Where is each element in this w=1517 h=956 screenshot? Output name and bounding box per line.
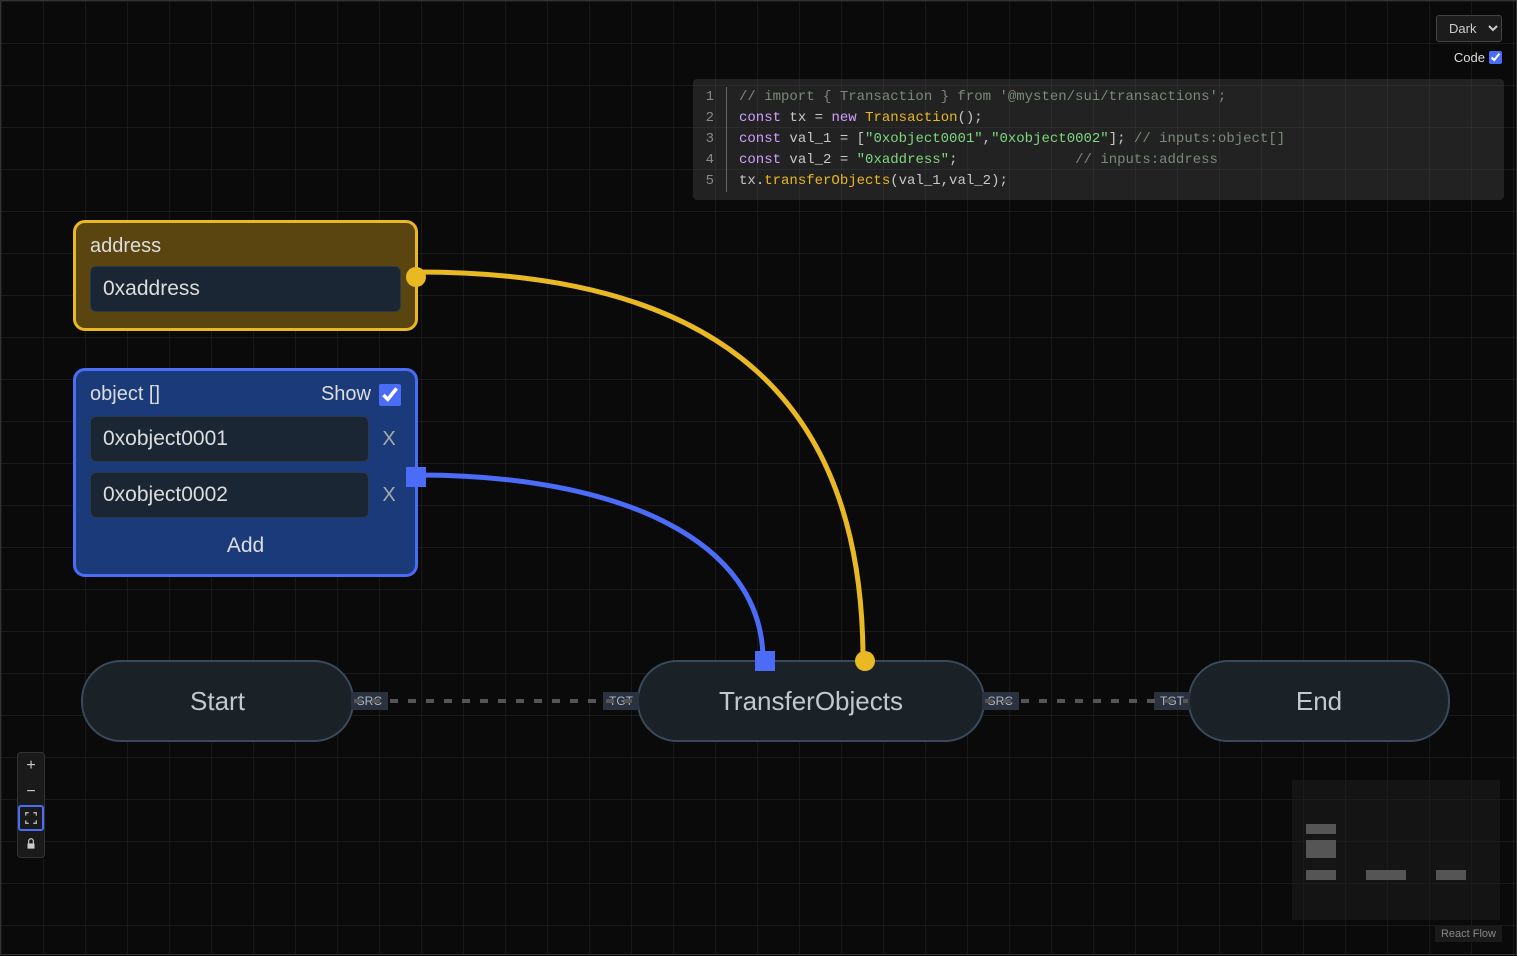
code-toggle-checkbox[interactable] (1489, 51, 1502, 64)
attribution: React Flow (1435, 926, 1502, 942)
line-number: 3 (693, 129, 727, 150)
zoom-controls: + − (17, 752, 45, 858)
port-start-src[interactable]: SRC (351, 692, 388, 710)
line-number: 1 (693, 87, 727, 108)
lock-button[interactable] (18, 831, 44, 857)
theme-select[interactable]: Dark (1436, 15, 1502, 42)
object-show-checkbox[interactable] (379, 384, 401, 406)
edge-object-transfer (418, 475, 763, 660)
code-toggle[interactable]: Code (1454, 50, 1502, 65)
object-row: X (90, 416, 401, 462)
top-toolbar: Dark Code (1436, 15, 1502, 65)
line-number: 5 (693, 171, 727, 192)
node-start-label: Start (190, 686, 245, 717)
fit-icon (24, 811, 38, 825)
zoom-out-button[interactable]: − (18, 779, 44, 805)
minimap[interactable] (1292, 780, 1500, 920)
object-show-toggle[interactable]: Show (321, 383, 401, 406)
code-panel: 1 // import { Transaction } from '@myste… (693, 79, 1504, 200)
lock-icon (24, 837, 38, 851)
node-object-label: object [] (90, 383, 160, 406)
object-input-0[interactable] (90, 416, 369, 462)
port-transfer-tgt[interactable]: TGT (603, 692, 639, 710)
port-end-tgt[interactable]: TGT (1154, 692, 1190, 710)
zoom-in-button[interactable]: + (18, 753, 44, 779)
handle-object-out[interactable] (406, 467, 426, 487)
handle-transfer-address[interactable] (855, 651, 875, 671)
object-input-1[interactable] (90, 472, 369, 518)
line-number: 4 (693, 150, 727, 171)
port-transfer-src[interactable]: SRC (982, 692, 1019, 710)
node-address-label: address (90, 235, 401, 258)
node-end[interactable]: End TGT (1188, 660, 1450, 742)
fit-view-button[interactable] (18, 805, 44, 831)
node-start[interactable]: Start SRC (81, 660, 354, 742)
object-remove-0[interactable]: X (377, 428, 401, 451)
handle-transfer-objects[interactable] (755, 651, 775, 671)
object-add-button[interactable]: Add (90, 528, 401, 558)
flow-canvas[interactable]: Dark Code 1 // import { Transaction } fr… (0, 0, 1517, 955)
edge-address-transfer (418, 272, 863, 660)
line-number: 2 (693, 108, 727, 129)
handle-address-out[interactable] (406, 267, 426, 287)
node-transfer-label: TransferObjects (719, 686, 903, 717)
node-address[interactable]: address (73, 220, 418, 331)
address-input[interactable] (90, 266, 401, 312)
object-row: X (90, 472, 401, 518)
code-toggle-label: Code (1454, 50, 1485, 65)
node-end-label: End (1296, 686, 1342, 717)
node-transfer[interactable]: TransferObjects TGT SRC (637, 660, 985, 742)
node-object[interactable]: object [] Show X X Add (73, 368, 418, 577)
object-remove-1[interactable]: X (377, 484, 401, 507)
